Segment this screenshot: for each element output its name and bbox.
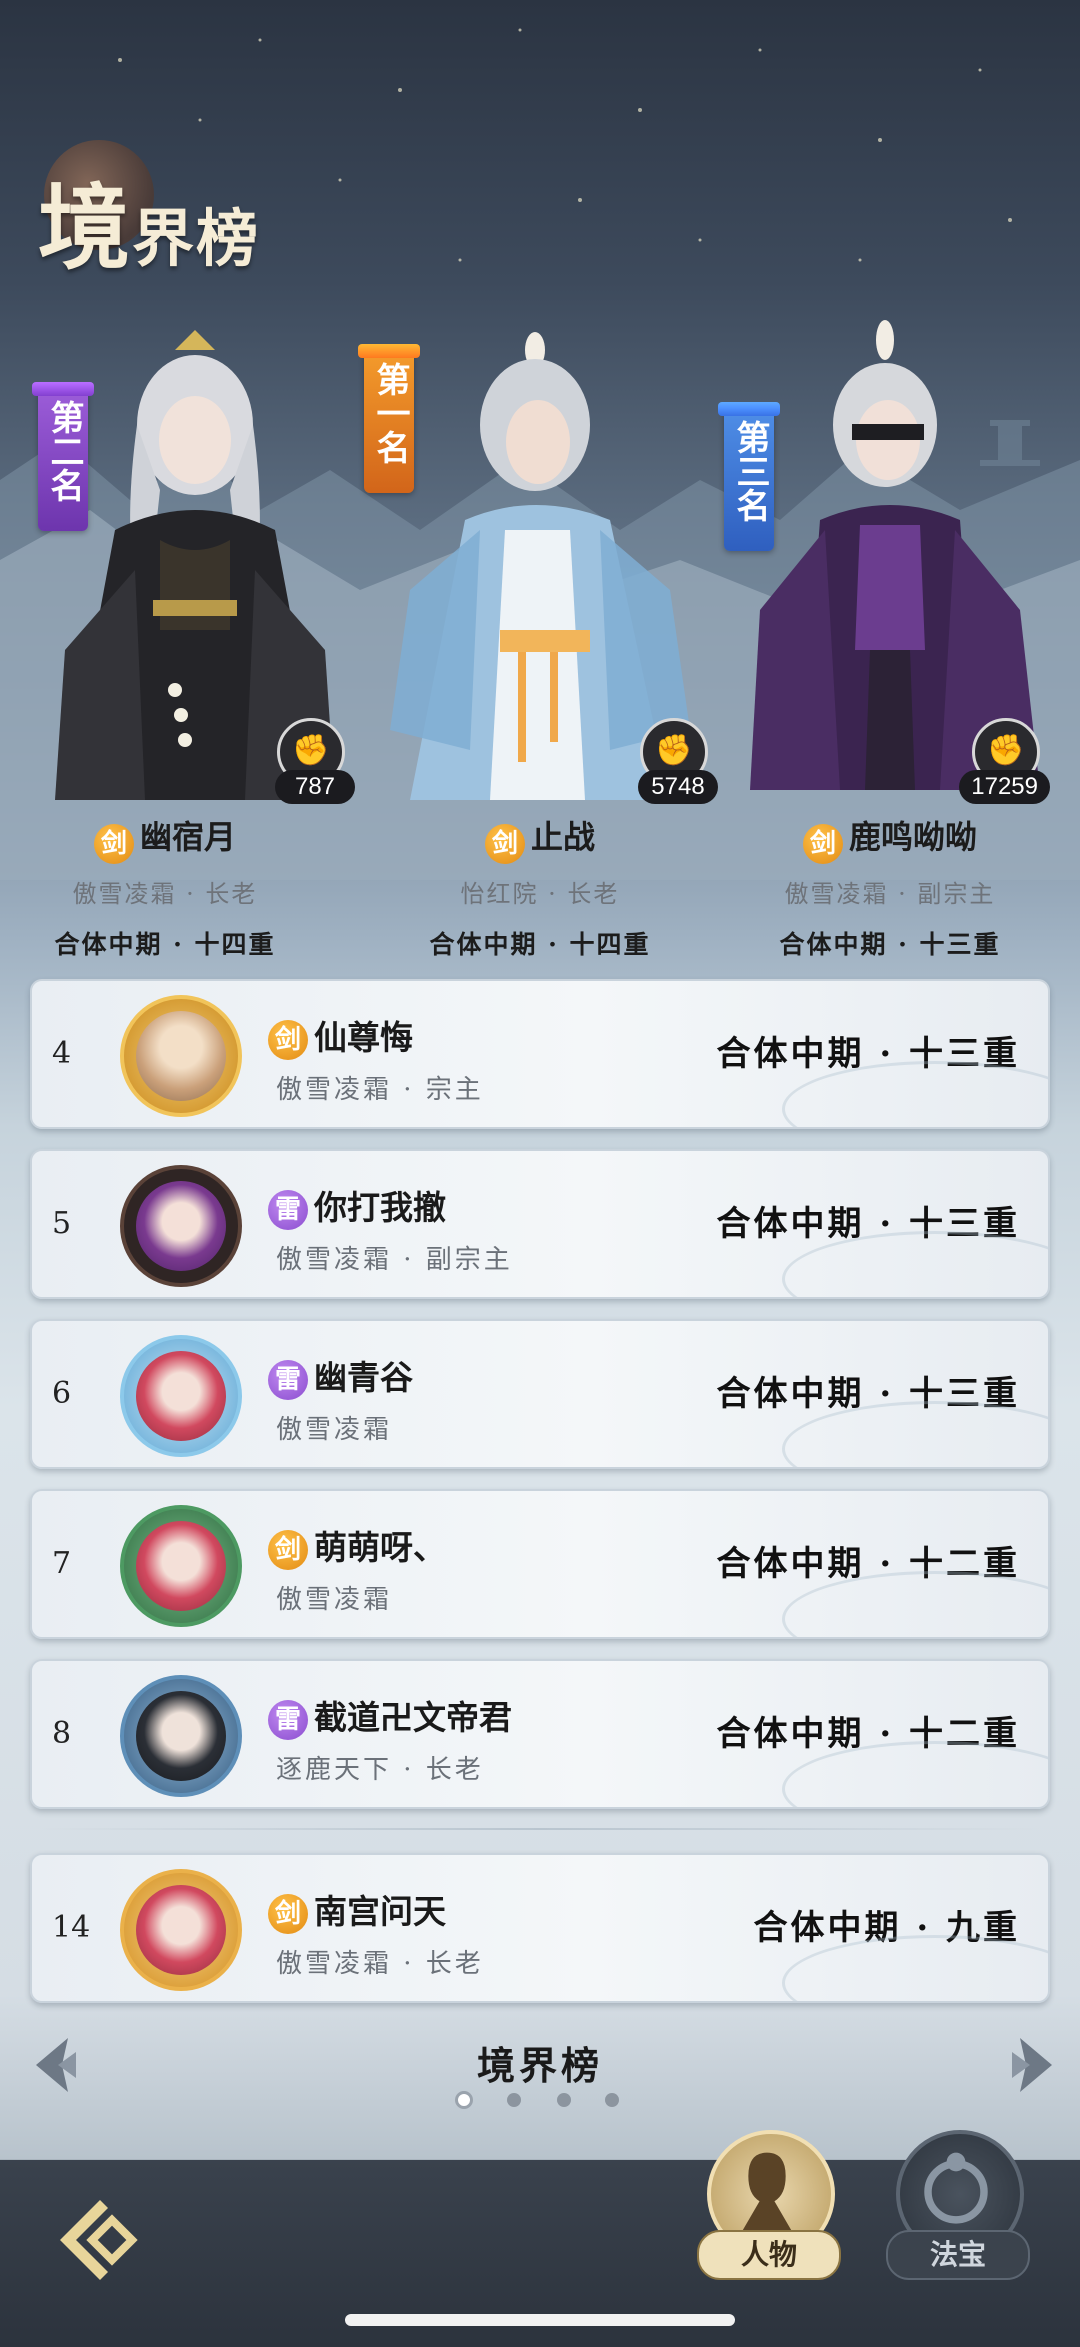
player-name: 鹿鸣呦呦: [848, 818, 977, 856]
player-guild: 怡红院 · 长老: [460, 879, 620, 908]
page-dot[interactable]: [605, 2093, 619, 2107]
ranking-row[interactable]: 6 雷幽青谷 傲雪凌霜 合体中期 · 十三重: [30, 1319, 1050, 1469]
avatar[interactable]: [120, 1165, 242, 1287]
power-value: 787: [275, 770, 355, 804]
player-name: 止战: [530, 818, 595, 856]
player-name: 幽宿月: [139, 818, 236, 856]
player-realm: 合体中期 · 十四重: [429, 929, 651, 959]
power-value: 17259: [959, 770, 1050, 804]
avatar[interactable]: [120, 1335, 242, 1457]
player-realm: 合体中期 · 九重: [753, 1908, 1020, 1948]
podium-entry-second[interactable]: 剑幽宿月 傲雪凌霜 · 长老 合体中期 · 十四重: [5, 812, 325, 961]
avatar[interactable]: [120, 1505, 242, 1627]
my-ranking-row[interactable]: 14 剑南宫问天 傲雪凌霜 · 长老 合体中期 · 九重: [30, 1853, 1050, 2003]
rank-number: 6: [52, 1376, 72, 1411]
sword-element-icon: 剑: [802, 823, 843, 864]
rank-number: 14: [52, 1910, 91, 1945]
player-realm: 合体中期 · 十三重: [716, 1034, 1020, 1074]
ranking-row[interactable]: 8 雷截道卍文帝君 逐鹿天下 · 长老 合体中期 · 十二重: [30, 1659, 1050, 1809]
player-name: 萌萌呀、: [314, 1528, 446, 1567]
ranking-row[interactable]: 5 雷你打我撤 傲雪凌霜 · 副宗主 合体中期 · 十三重: [30, 1149, 1050, 1299]
player-guild: 逐鹿天下 · 长老: [276, 1755, 484, 1785]
player-name: 截道卍文帝君: [314, 1698, 512, 1737]
player-realm: 合体中期 · 十二重: [716, 1714, 1020, 1754]
player-name: 幽青谷: [314, 1358, 413, 1397]
home-indicator[interactable]: [345, 2314, 735, 2326]
back-arrow-icon[interactable]: [50, 2195, 150, 2285]
page-dot-active[interactable]: [455, 2091, 473, 2109]
thunder-element-icon: 雷: [268, 1190, 308, 1230]
leaderboard-title: 境界榜: [30, 140, 350, 282]
player-guild: 傲雪凌霜 · 宗主: [276, 1075, 484, 1105]
sword-element-icon: 剑: [268, 1894, 308, 1934]
page-dot[interactable]: [557, 2093, 571, 2107]
player-realm: 合体中期 · 十四重: [54, 929, 276, 959]
player-realm: 合体中期 · 十三重: [716, 1204, 1020, 1244]
power-value: 5748: [638, 770, 718, 804]
power-badge-second: ✊ 787: [255, 718, 355, 818]
ranking-row[interactable]: 4 剑仙尊悔 傲雪凌霜 · 宗主 合体中期 · 十三重: [30, 979, 1050, 1129]
player-guild: 傲雪凌霜 · 副宗主: [784, 879, 996, 908]
avatar[interactable]: [120, 995, 242, 1117]
sword-element-icon: 剑: [484, 823, 525, 864]
player-guild: 傲雪凌霜 · 副宗主: [276, 1245, 513, 1275]
player-name: 仙尊悔: [314, 1018, 413, 1057]
chevron-right-icon[interactable]: [1000, 2030, 1060, 2100]
rank-number: 7: [52, 1546, 72, 1581]
title-rest: 界榜: [132, 202, 261, 275]
character-tab[interactable]: 人物: [697, 2130, 841, 2290]
podium-entry-third[interactable]: 剑鹿鸣呦呦 傲雪凌霜 · 副宗主 合体中期 · 十三重: [730, 812, 1050, 961]
treasure-tab-label: 法宝: [886, 2230, 1030, 2280]
player-name: 南宫问天: [314, 1892, 446, 1931]
character-tab-label: 人物: [697, 2230, 841, 2280]
power-badge-first: ✊ 5748: [598, 718, 718, 818]
player-guild: 傲雪凌霜: [276, 1585, 393, 1615]
rank-number: 5: [52, 1206, 72, 1241]
pager-title: 境界榜: [476, 2043, 603, 2088]
player-realm: 合体中期 · 十二重: [716, 1544, 1020, 1584]
player-guild: 傲雪凌霜: [276, 1415, 393, 1445]
podium-entry-first[interactable]: 剑止战 怡红院 · 长老 合体中期 · 十四重: [380, 812, 700, 961]
treasure-tab[interactable]: 法宝: [886, 2130, 1030, 2290]
player-guild: 傲雪凌霜 · 长老: [276, 1949, 484, 1979]
sword-element-icon: 剑: [268, 1020, 308, 1060]
power-badge-third: ✊ 17259: [930, 718, 1050, 818]
sword-element-icon: 剑: [93, 823, 134, 864]
page-dot[interactable]: [507, 2093, 521, 2107]
player-realm: 合体中期 · 十三重: [779, 929, 1001, 959]
thunder-element-icon: 雷: [268, 1700, 308, 1740]
avatar[interactable]: [120, 1675, 242, 1797]
player-name: 你打我撤: [314, 1188, 446, 1227]
thunder-element-icon: 雷: [268, 1360, 308, 1400]
rank-number: 4: [52, 1036, 72, 1071]
player-realm: 合体中期 · 十三重: [716, 1374, 1020, 1414]
rank-number: 8: [52, 1716, 72, 1751]
player-guild: 傲雪凌霜 · 长老: [72, 879, 258, 908]
avatar[interactable]: [120, 1869, 242, 1991]
ranking-row[interactable]: 7 剑萌萌呀、 傲雪凌霜 合体中期 · 十二重: [30, 1489, 1050, 1639]
sword-element-icon: 剑: [268, 1530, 308, 1570]
page-indicator: [455, 2090, 625, 2110]
list-divider: [40, 1828, 1040, 1830]
title-big-char: 境: [38, 174, 133, 282]
